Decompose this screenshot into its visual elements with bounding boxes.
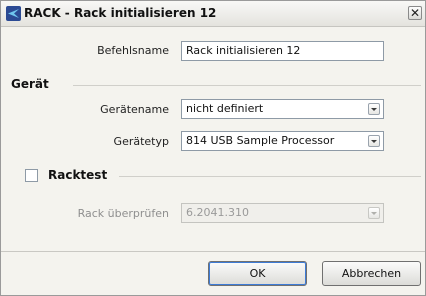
section-divider-racktest — [119, 176, 421, 177]
rack-pruefen-label: Rack überprüfen — [77, 207, 169, 220]
section-title-racktest: Racktest — [48, 168, 108, 182]
rack-pruefen-select[interactable]: 6.2041.310 — [181, 203, 384, 223]
ok-button[interactable]: OK — [208, 261, 307, 286]
rack-pruefen-value: 6.2041.310 — [186, 206, 249, 219]
geraetename-select[interactable]: nicht definiert — [181, 99, 384, 119]
geraetetyp-select[interactable]: 814 USB Sample Processor — [181, 131, 384, 151]
window-title: RACK - Rack initialisieren 12 — [24, 6, 217, 20]
befehlsname-label: Befehlsname — [97, 44, 169, 57]
chevron-down-icon[interactable] — [368, 135, 380, 147]
geraetetyp-value: 814 USB Sample Processor — [186, 134, 335, 147]
befehlsname-input[interactable]: Rack initialisieren 12 — [181, 41, 384, 61]
chevron-down-icon[interactable] — [368, 103, 380, 115]
title-bar[interactable]: RACK - Rack initialisieren 12 ✕ — [1, 1, 425, 27]
geraetetyp-label: Gerätetyp — [113, 135, 169, 148]
geraetename-value: nicht definiert — [186, 102, 264, 115]
befehlsname-value: Rack initialisieren 12 — [186, 44, 301, 57]
geraetename-label: Gerätename — [100, 103, 169, 116]
section-divider-geraet — [73, 85, 421, 86]
section-title-geraet: Gerät — [11, 77, 49, 91]
close-button[interactable]: ✕ — [408, 6, 422, 20]
rack-app-icon — [6, 6, 21, 21]
cancel-button[interactable]: Abbrechen — [322, 261, 421, 286]
dialog-window: RACK - Rack initialisieren 12 ✕ Befehlsn… — [0, 0, 426, 296]
chevron-down-icon — [368, 207, 380, 219]
racktest-checkbox[interactable] — [25, 169, 38, 182]
close-icon: ✕ — [409, 6, 421, 20]
footer-divider — [1, 251, 425, 252]
